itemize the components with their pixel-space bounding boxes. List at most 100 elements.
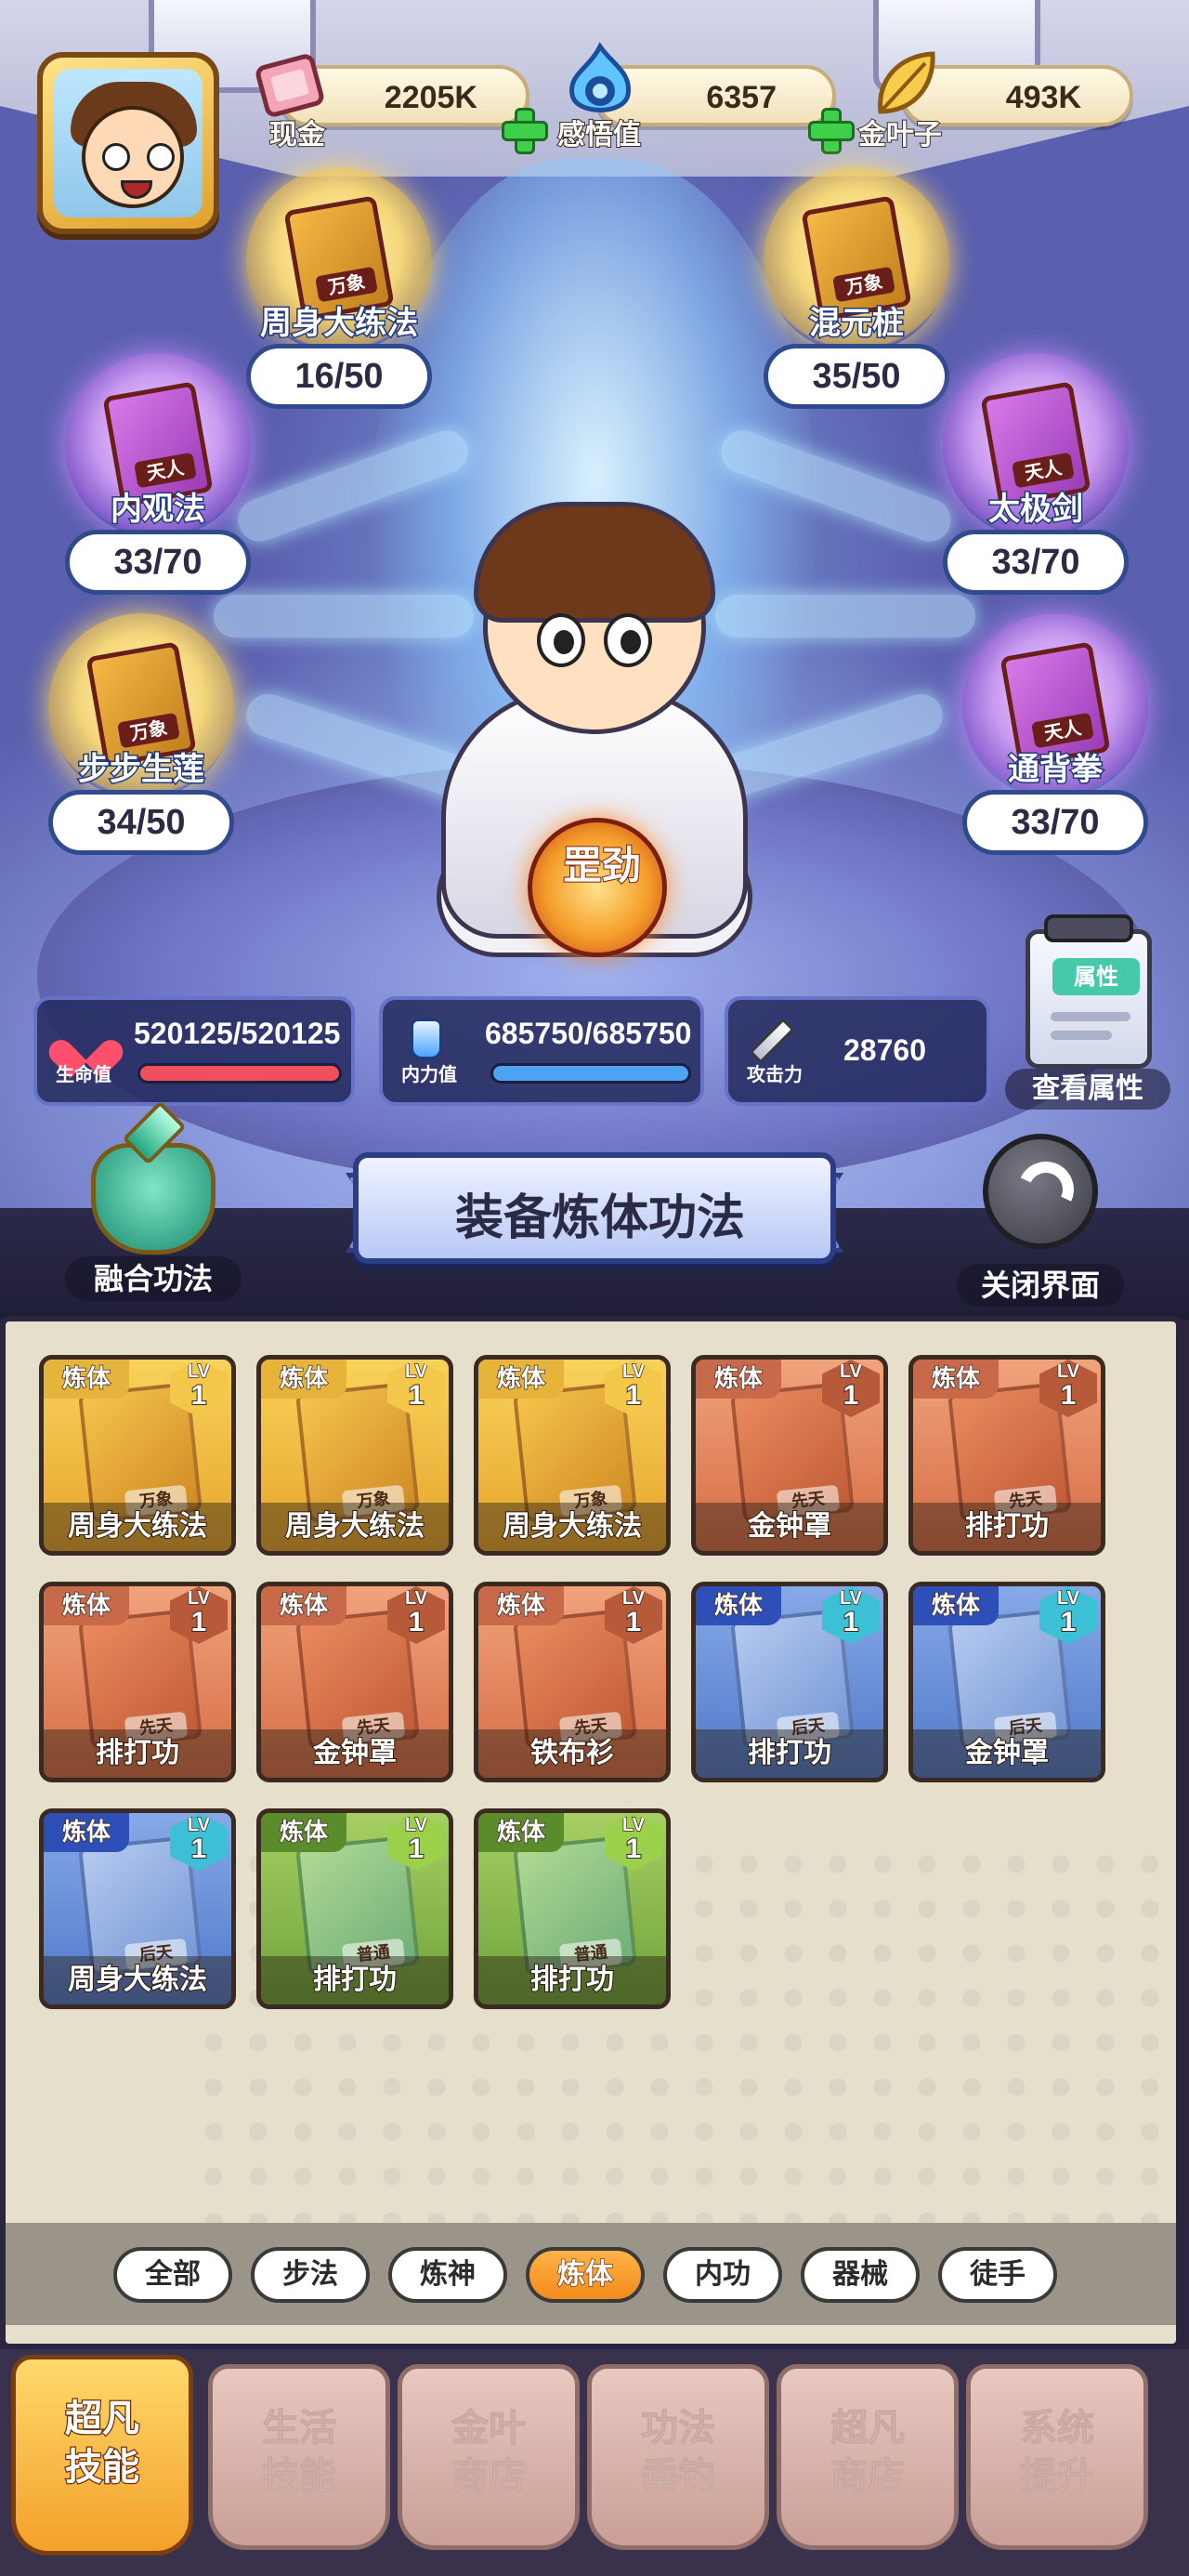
tab-gold-leaf-shop[interactable]: 金叶 商店 <box>398 2364 580 2550</box>
level-number: 1 <box>625 1606 643 1638</box>
filter-inner[interactable]: 内功 <box>663 2247 782 2303</box>
tab-label: 系统 提升 <box>1020 2407 1095 2499</box>
level-number: 1 <box>408 1379 425 1412</box>
skill-type-badge: 炼体 <box>478 1360 564 1399</box>
clipboard-icon: 属性 <box>1026 929 1152 1069</box>
skill-type-badge: 炼体 <box>696 1586 781 1625</box>
hero-eye <box>537 613 585 667</box>
player-avatar[interactable] <box>37 52 219 234</box>
emblem-text: 罡劲 <box>562 842 642 889</box>
tab-label: 功法 垂钓 <box>641 2407 716 2499</box>
skill-progress: 34/50 <box>48 790 234 855</box>
skill-name: 金钟罩 <box>696 1503 883 1551</box>
equipped-skill-slot[interactable]: 万象 步步生莲 34/50 <box>48 613 234 855</box>
skill-name: 排打功 <box>478 1956 666 2004</box>
arrow-shape <box>1010 1153 1082 1226</box>
equipped-skill-slot[interactable]: 万象 混元桩 35/50 <box>764 167 949 409</box>
add-insight-plus-icon[interactable] <box>808 108 855 154</box>
level-number: 1 <box>843 1606 860 1638</box>
attack-value: 28760 <box>843 1033 926 1067</box>
fuse-skills-button[interactable]: 融合功法 <box>65 1100 242 1301</box>
tab-label: 生活 技能 <box>262 2407 337 2499</box>
filter-spirit[interactable]: 炼神 <box>388 2247 507 2303</box>
skill-card[interactable]: 万象 炼体 LV 1 周身大练法 <box>39 1355 236 1556</box>
tab-life-skills[interactable]: 生活 技能 <box>208 2364 390 2550</box>
attack-label: 攻击力 <box>747 1063 803 1085</box>
filter-weapon[interactable]: 器械 <box>801 2247 920 2303</box>
skill-progress: 33/70 <box>65 530 251 595</box>
skill-card[interactable]: 先天 炼体 LV 1 金钟罩 <box>691 1355 888 1556</box>
skill-name: 周身大练法 <box>261 1503 449 1551</box>
skill-name: 铁布衫 <box>478 1729 666 1778</box>
hp-label: 生命值 <box>56 1063 111 1085</box>
skill-name: 太极剑 <box>987 490 1085 530</box>
clipboard-line <box>1051 1031 1112 1040</box>
filter-all[interactable]: 全部 <box>113 2247 232 2303</box>
sword-icon <box>749 1018 795 1064</box>
skill-card[interactable]: 先天 炼体 LV 1 排打功 <box>908 1355 1105 1556</box>
tab-system-upgrade[interactable]: 系统 提升 <box>966 2364 1148 2550</box>
tab-transcendent-shop[interactable]: 超凡 商店 <box>777 2364 959 2550</box>
page-title: 装备炼体功法 <box>454 1190 745 1246</box>
skill-name: 周身大练法 <box>44 1503 231 1551</box>
spirit-arm <box>715 595 975 637</box>
skill-card[interactable]: 万象 炼体 LV 1 周身大练法 <box>256 1355 453 1556</box>
skill-progress: 16/50 <box>246 344 432 409</box>
skill-name: 通背拳 <box>1007 750 1104 790</box>
gold-leaf-label: 金叶子 <box>857 118 943 152</box>
equipped-skill-slot[interactable]: 万象 周身大练法 16/50 <box>246 167 432 409</box>
skill-card[interactable]: 先天 炼体 LV 1 铁布衫 <box>474 1582 671 1782</box>
hero-eye <box>604 613 652 667</box>
equipped-skill-slot[interactable]: 天人 通背拳 33/70 <box>962 613 1148 855</box>
skill-progress: 35/50 <box>764 344 949 409</box>
skill-card[interactable]: 普通 炼体 LV 1 排打功 <box>474 1808 671 2009</box>
skill-type-badge: 炼体 <box>261 1813 346 1852</box>
hero-hair <box>474 502 715 623</box>
skill-type-badge: 炼体 <box>44 1360 129 1399</box>
gangjin-emblem: 罡劲 <box>528 818 667 957</box>
spirit-arm <box>214 595 474 637</box>
equipped-skill-slot[interactable]: 天人 内观法 33/70 <box>65 353 251 595</box>
skill-card[interactable]: 普通 炼体 LV 1 排打功 <box>256 1808 453 2009</box>
skill-type-badge: 炼体 <box>478 1586 564 1625</box>
add-cash-plus-icon[interactable] <box>502 108 548 154</box>
skill-type-badge: 炼体 <box>261 1360 346 1399</box>
tab-label: 金叶 商店 <box>451 2407 527 2499</box>
skill-progress: 33/70 <box>962 790 1148 855</box>
gold-leaf-value: 493K <box>1005 80 1081 115</box>
filter-unarmed[interactable]: 徒手 <box>938 2247 1057 2303</box>
skill-type-badge: 炼体 <box>913 1586 999 1625</box>
mp-stat: 685750/685750 内力值 <box>379 996 704 1106</box>
skill-name: 排打功 <box>696 1729 883 1778</box>
skill-name: 金钟罩 <box>261 1729 449 1778</box>
skill-card[interactable]: 后天 炼体 LV 1 金钟罩 <box>908 1582 1105 1782</box>
skill-inventory: 万象 炼体 LV 1 周身大练法 万象 炼体 LV 1 周身大练法 万象 炼体 LV 1 周身大练法 先天 炼体… <box>0 1316 1182 2349</box>
avatar-portrait <box>54 69 203 217</box>
filter-bar: 全部 步法 炼神 炼体 内功 器械 徒手 <box>6 2223 1176 2325</box>
skill-name: 内观法 <box>110 490 207 530</box>
skill-card[interactable]: 先天 炼体 LV 1 金钟罩 <box>256 1582 453 1782</box>
mp-label: 内力值 <box>401 1063 457 1085</box>
tab-transcendent-skills[interactable]: 超凡 技能 <box>11 2355 193 2556</box>
clipboard-line <box>1051 1012 1130 1021</box>
skill-card[interactable]: 后天 炼体 LV 1 周身大练法 <box>39 1808 236 2009</box>
filter-footwork[interactable]: 步法 <box>251 2247 370 2303</box>
skill-type-badge: 炼体 <box>696 1360 781 1399</box>
hp-bar <box>137 1063 342 1084</box>
heart-icon <box>63 1024 106 1061</box>
skill-card[interactable]: 先天 炼体 LV 1 排打功 <box>39 1582 236 1782</box>
attributes-tag: 属性 <box>1052 958 1140 995</box>
tab-skill-fishing[interactable]: 功法 垂钓 <box>587 2364 769 2550</box>
close-screen-button[interactable]: 关闭界面 <box>957 1134 1124 1310</box>
attack-stat: 28760 攻击力 <box>725 996 990 1106</box>
skill-card[interactable]: 后天 炼体 LV 1 排打功 <box>691 1582 888 1782</box>
filter-body[interactable]: 炼体 <box>526 2247 645 2303</box>
view-attributes-button[interactable]: 属性 查看属性 <box>1005 914 1170 1110</box>
skill-type-badge: 炼体 <box>44 1813 129 1852</box>
equipped-skill-slot[interactable]: 天人 太极剑 33/70 <box>943 353 1129 595</box>
skill-name: 排打功 <box>44 1729 231 1778</box>
skill-name: 周身大练法 <box>44 1956 231 2004</box>
level-number: 1 <box>408 1606 425 1638</box>
skill-card[interactable]: 万象 炼体 LV 1 周身大练法 <box>474 1355 671 1556</box>
skill-type-badge: 炼体 <box>913 1360 999 1399</box>
